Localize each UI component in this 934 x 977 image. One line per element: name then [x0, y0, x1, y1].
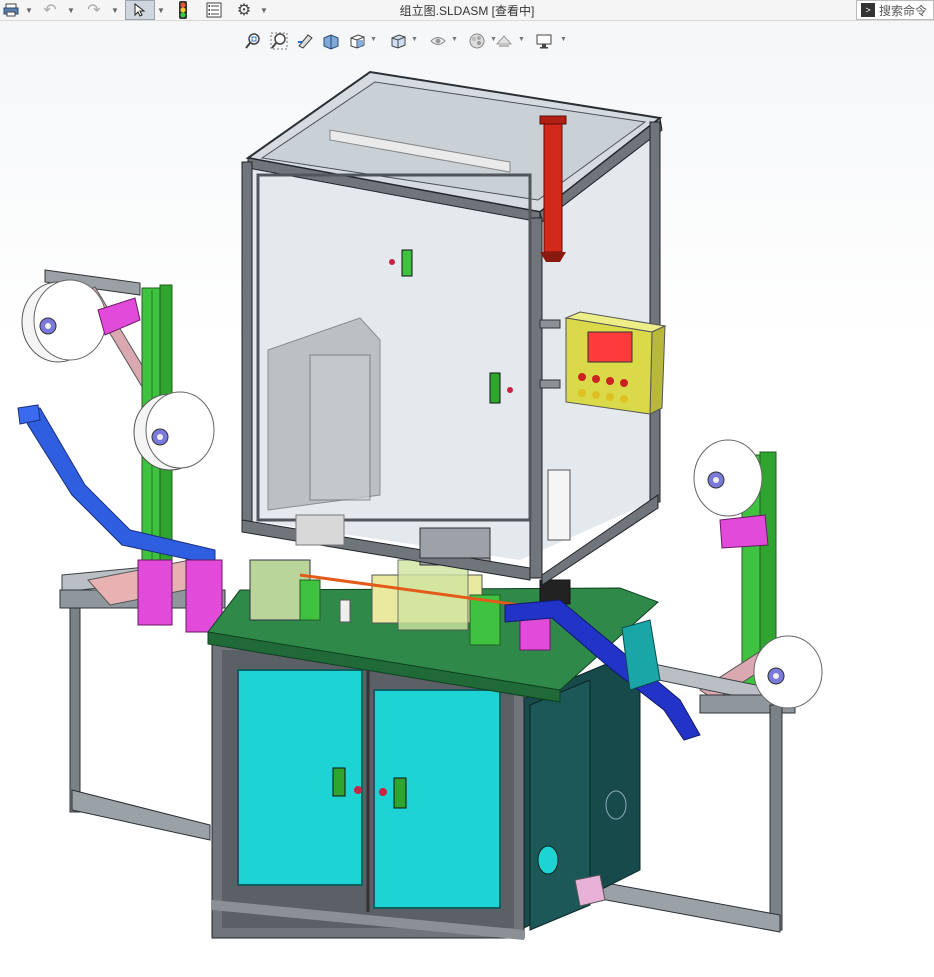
red-cylinder: [539, 115, 567, 262]
view-settings-dropdown-icon[interactable]: ▼: [560, 36, 567, 43]
hide-show-dropdown-icon[interactable]: ▼: [451, 36, 458, 43]
view-orientation-dropdown-icon[interactable]: ▼: [370, 36, 377, 43]
search-placeholder: 搜索命令: [879, 3, 928, 18]
previous-view-icon[interactable]: [295, 30, 315, 52]
left-reel-stand: [17, 269, 226, 841]
graphics-area[interactable]: [0, 50, 934, 977]
search-commands[interactable]: > 搜索命令: [856, 0, 934, 20]
display-style-dropdown-icon[interactable]: ▼: [411, 36, 418, 43]
view-settings-icon[interactable]: [534, 30, 554, 52]
zoom-to-area-icon[interactable]: [269, 30, 289, 52]
view-orientation-icon[interactable]: [347, 30, 367, 52]
machine-base-cabinet: [211, 639, 641, 940]
apply-scene-icon[interactable]: [494, 30, 514, 52]
apply-scene-dropdown-icon[interactable]: ▼: [518, 36, 525, 43]
display-style-icon[interactable]: [388, 30, 408, 52]
title-bar: ▼ ↶ ▼ ↷ ▼ ▼ ⚙ ▼ 组立图.SLDASM [查看中] > 搜索命令: [0, 0, 934, 21]
section-view-icon[interactable]: [321, 30, 341, 52]
window-title: 组立图.SLDASM [查看中]: [399, 4, 535, 18]
edit-appearance-icon[interactable]: [467, 30, 487, 52]
command-prompt-icon: >: [861, 3, 875, 17]
zoom-to-fit-icon[interactable]: [243, 30, 263, 52]
hide-show-items-icon[interactable]: [428, 30, 448, 52]
